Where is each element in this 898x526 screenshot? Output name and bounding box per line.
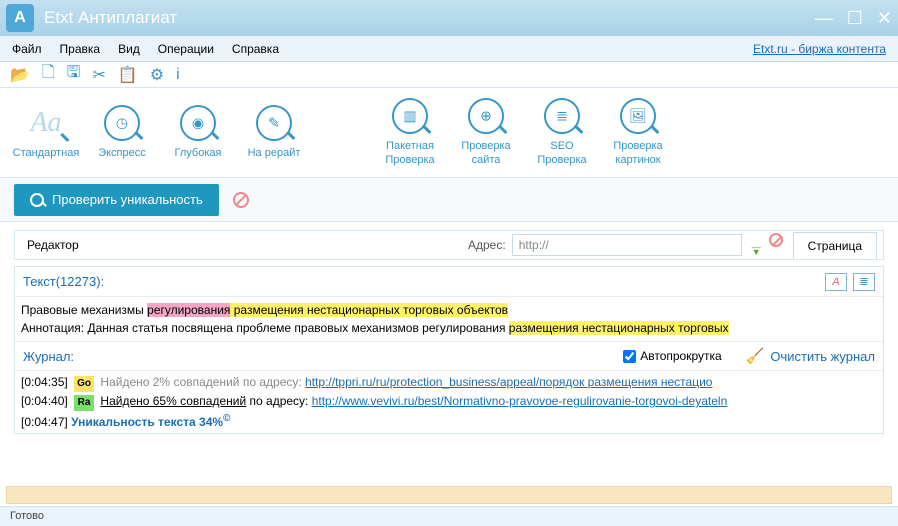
check-uniqueness-button[interactable]: Проверить уникальность [14, 184, 219, 216]
journal-body[interactable]: [0:04:35] Go Найдено 2% совпадений по ад… [15, 371, 883, 433]
menu-view[interactable]: Вид [118, 42, 140, 56]
app-icon: A [6, 4, 34, 32]
stop-icon[interactable] [233, 192, 249, 208]
menu-operations[interactable]: Операции [158, 42, 214, 56]
menu-edit[interactable]: Правка [60, 42, 101, 56]
info-icon[interactable]: i [176, 66, 180, 84]
express-check-button[interactable]: ◷ Экспресс [84, 105, 160, 160]
spiral-icon: ◉ [192, 114, 204, 131]
paste-icon[interactable]: 📋 [118, 65, 138, 85]
editor-header: Текст(12273): A ≣ [15, 267, 883, 297]
download-icon[interactable]: _ [752, 233, 761, 257]
open-icon[interactable]: 📂 [10, 65, 30, 85]
address-label: Адрес: [468, 238, 506, 252]
clear-format-button[interactable]: ≣ [853, 273, 875, 291]
autoscroll-checkbox[interactable]: Автопрокрутка [623, 349, 721, 363]
clock-icon: ◷ [116, 114, 128, 131]
menu-help[interactable]: Справка [232, 42, 279, 56]
big-toolbar: Aa Стандартная ◷ Экспресс ◉ Глубокая ✎ Н… [0, 88, 898, 178]
image-check-button[interactable]: 🖼 Проверкакартинок [600, 98, 676, 166]
seo-check-button[interactable]: ≣ SEOПроверка [524, 98, 600, 166]
new-icon[interactable]: 🗋 [42, 61, 55, 88]
small-toolbar: 📂 🗋 🖫 ✂ 📋 ⚙ i [0, 62, 898, 88]
titlebar: A Etxt Антиплагиат — ☐ ✕ [0, 0, 898, 36]
status-bar: Готово [0, 506, 898, 526]
stack-icon: ▥ [403, 108, 416, 125]
picture-icon: 🖼 [629, 108, 647, 125]
batch-check-button[interactable]: ▥ ПакетнаяПроверка [372, 98, 448, 166]
editor-panel: Текст(12273): A ≣ Правовые механизмы рег… [14, 266, 884, 434]
cancel-icon[interactable] [769, 233, 783, 247]
address-row: Редактор Адрес: _ Страница [14, 230, 884, 260]
progress-bar [6, 486, 892, 504]
minimize-icon[interactable]: — [815, 8, 833, 29]
aa-icon: Aa [30, 107, 61, 139]
journal-row: [0:04:40] Ra Найдено 65% совпадений по а… [21, 392, 877, 411]
deep-check-button[interactable]: ◉ Глубокая [160, 105, 236, 160]
etxt-link[interactable]: Etxt.ru - биржа контента [753, 42, 886, 56]
check-bar: Проверить уникальность [0, 178, 898, 222]
save-icon[interactable]: 🖫 [67, 61, 81, 88]
pencil-icon: ✎ [268, 114, 280, 131]
settings-icon[interactable]: ⚙ [150, 65, 164, 85]
menu-file[interactable]: Файл [12, 42, 42, 56]
broom-icon: 🧹 [746, 347, 765, 365]
search-icon [30, 193, 44, 207]
address-input[interactable] [512, 234, 742, 256]
journal-header: Журнал: Автопрокрутка 🧹 Очистить журнал [15, 341, 883, 371]
app-title: Etxt Антиплагиат [44, 8, 815, 28]
site-check-button[interactable]: ⊕ Проверкасайта [448, 98, 524, 166]
lines-icon: ≣ [556, 108, 568, 125]
cut-icon[interactable]: ✂ [92, 65, 105, 85]
globe-icon: ⊕ [480, 108, 492, 125]
journal-row: [0:04:47] Уникальность текста 34%© [21, 411, 877, 432]
editor-label: Редактор [15, 238, 91, 252]
page-tab[interactable]: Страница [793, 232, 877, 259]
work-area: Редактор Адрес: _ Страница Текст(12273):… [0, 222, 898, 438]
close-icon[interactable]: ✕ [877, 8, 892, 29]
maximize-icon[interactable]: ☐ [847, 8, 863, 29]
font-button[interactable]: A [825, 273, 847, 291]
window-controls: — ☐ ✕ [815, 8, 892, 29]
rewrite-check-button[interactable]: ✎ На рерайт [236, 105, 312, 160]
editor-text[interactable]: Правовые механизмы регулирования размеще… [15, 297, 883, 341]
standard-check-button[interactable]: Aa Стандартная [8, 105, 84, 160]
clear-journal-button[interactable]: 🧹 Очистить журнал [746, 347, 875, 365]
journal-row: [0:04:35] Go Найдено 2% совпадений по ад… [21, 373, 877, 392]
menubar: Файл Правка Вид Операции Справка Etxt.ru… [0, 36, 898, 62]
